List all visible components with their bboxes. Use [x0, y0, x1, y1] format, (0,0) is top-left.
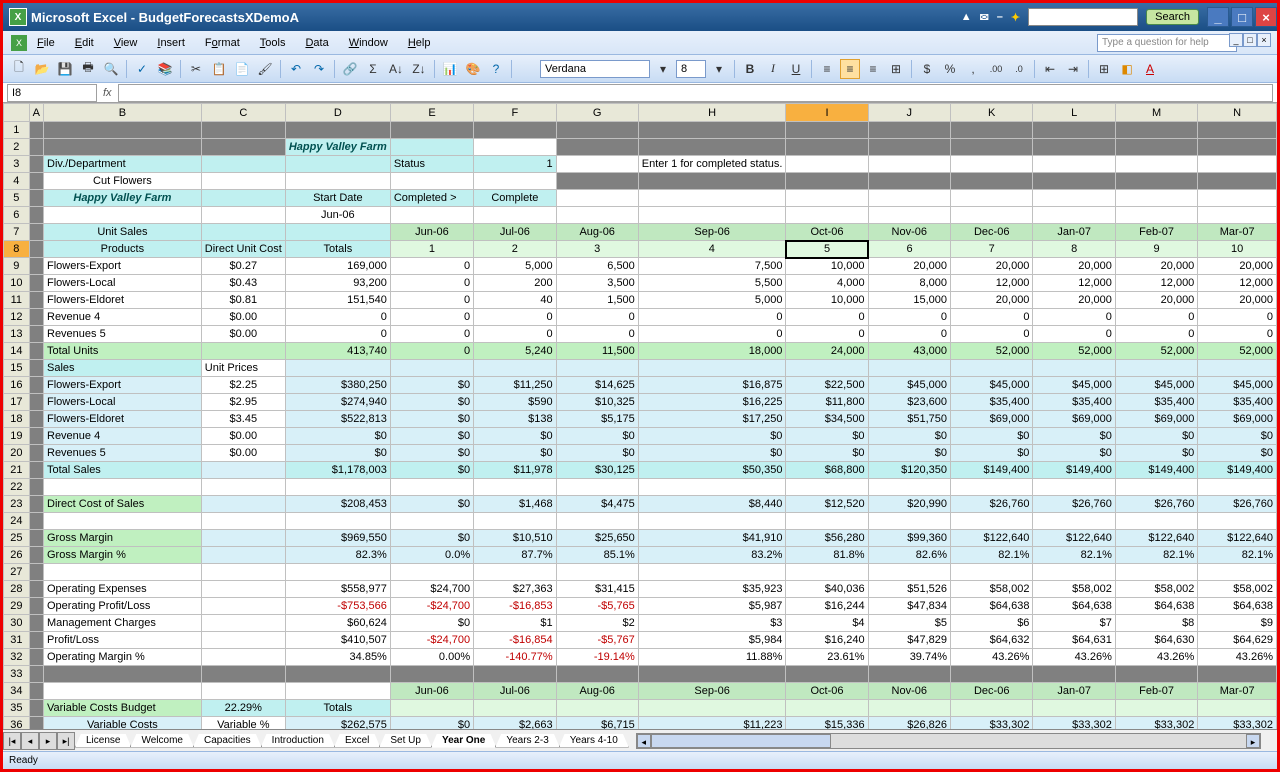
align-center-button[interactable]: ≡	[840, 59, 860, 79]
tray-mail-icon[interactable]: ✉	[980, 11, 989, 24]
redo-button[interactable]: ↷	[309, 59, 329, 79]
percent-button[interactable]: %	[940, 59, 960, 79]
menu-edit[interactable]: Edit	[67, 35, 102, 51]
copy-button[interactable]: 📋	[209, 59, 229, 79]
cut-button[interactable]: ✂	[186, 59, 206, 79]
toolbar-standard: 🗋 📂 💾 🖶 🔍 ✓ 📚 ✂ 📋 📄 🖌 ↶ ↷ 🔗 Σ A↓ Z↓ 📊 🎨 …	[3, 55, 1277, 83]
sort-asc-button[interactable]: A↓	[386, 59, 406, 79]
align-left-button[interactable]: ≡	[817, 59, 837, 79]
app-title: Microsoft Excel - BudgetForecastsXDemoA	[31, 10, 299, 25]
font-size-select[interactable]	[676, 60, 706, 78]
inc-indent-button[interactable]: ⇥	[1063, 59, 1083, 79]
currency-button[interactable]: $	[917, 59, 937, 79]
menu-tools[interactable]: Tools	[252, 35, 294, 51]
menu-file[interactable]: File	[29, 35, 63, 51]
help-search-input[interactable]: Type a question for help	[1097, 34, 1237, 52]
menu-format[interactable]: Format	[197, 35, 248, 51]
open-button[interactable]: 📂	[32, 59, 52, 79]
tray-dash: –	[997, 11, 1003, 23]
tray-icon[interactable]: ▲	[961, 11, 972, 23]
tray-user-icon[interactable]: ✦	[1011, 11, 1020, 24]
fontsize-dropdown[interactable]: ▾	[709, 59, 729, 79]
tab-license[interactable]: License	[75, 734, 131, 748]
menu-view[interactable]: View	[106, 35, 146, 51]
font-color-button[interactable]: A	[1140, 59, 1160, 79]
mdi-minimize[interactable]: _	[1229, 33, 1243, 47]
titlebar: X Microsoft Excel - BudgetForecastsXDemo…	[3, 3, 1277, 31]
menubar: X File Edit View Insert Format Tools Dat…	[3, 31, 1277, 55]
research-button[interactable]: 📚	[155, 59, 175, 79]
sheet-area[interactable]: ABCDEFGHIJKLMN12Happy Valley Farm3Div./D…	[3, 103, 1277, 729]
new-button[interactable]: 🗋	[9, 59, 29, 79]
tab-capacities[interactable]: Capacities	[193, 734, 262, 748]
tray-search-input[interactable]	[1028, 8, 1138, 26]
hscroll-left[interactable]: ◂	[637, 734, 651, 748]
chart-button[interactable]: 📊	[440, 59, 460, 79]
hscroll-right[interactable]: ▸	[1246, 734, 1260, 748]
menu-window[interactable]: Window	[341, 35, 396, 51]
tab-set-up[interactable]: Set Up	[379, 734, 432, 748]
italic-button[interactable]: I	[763, 59, 783, 79]
menu-insert[interactable]: Insert	[149, 35, 193, 51]
fill-color-button[interactable]: ◧	[1117, 59, 1137, 79]
print-button[interactable]: 🖶	[78, 59, 98, 79]
sort-desc-button[interactable]: Z↓	[409, 59, 429, 79]
tab-introduction[interactable]: Introduction	[261, 734, 335, 748]
tab-excel[interactable]: Excel	[334, 734, 380, 748]
spreadsheet-grid[interactable]: ABCDEFGHIJKLMN12Happy Valley Farm3Div./D…	[3, 103, 1277, 729]
menu-help[interactable]: Help	[400, 35, 439, 51]
paste-button[interactable]: 📄	[232, 59, 252, 79]
tab-next-button[interactable]: ▸	[39, 732, 57, 750]
horizontal-scrollbar[interactable]: ◂ ▸	[636, 733, 1261, 749]
close-button[interactable]: ×	[1255, 7, 1277, 27]
font-select[interactable]	[540, 60, 650, 78]
tray-search-button[interactable]: Search	[1146, 9, 1199, 25]
fx-icon[interactable]: fx	[97, 87, 118, 99]
formula-bar-row: I8 fx	[3, 83, 1277, 103]
undo-button[interactable]: ↶	[286, 59, 306, 79]
spell-button[interactable]: ✓	[132, 59, 152, 79]
excel-icon: X	[9, 8, 27, 26]
tab-welcome[interactable]: Welcome	[130, 734, 194, 748]
tab-years-2-3[interactable]: Years 2-3	[495, 734, 559, 748]
merge-button[interactable]: ⊞	[886, 59, 906, 79]
format-painter-button[interactable]: 🖌	[255, 59, 275, 79]
statusbar: Ready	[3, 751, 1277, 769]
app-icon[interactable]: X	[11, 35, 27, 51]
minimize-button[interactable]: _	[1207, 7, 1229, 27]
dec-indent-button[interactable]: ⇤	[1040, 59, 1060, 79]
mdi-close[interactable]: ×	[1257, 33, 1271, 47]
hscroll-thumb[interactable]	[651, 734, 831, 748]
inc-decimal-button[interactable]: .00	[986, 59, 1006, 79]
formula-bar[interactable]	[118, 84, 1273, 102]
maximize-button[interactable]: □	[1231, 7, 1253, 27]
name-box[interactable]: I8	[7, 84, 97, 102]
font-dropdown[interactable]: ▾	[653, 59, 673, 79]
autosum-button[interactable]: Σ	[363, 59, 383, 79]
save-button[interactable]: 💾	[55, 59, 75, 79]
tab-first-button[interactable]: |◂	[3, 732, 21, 750]
mdi-restore[interactable]: □	[1243, 33, 1257, 47]
tab-last-button[interactable]: ▸|	[57, 732, 75, 750]
underline-button[interactable]: U	[786, 59, 806, 79]
tray: ▲ ✉ – ✦ Search	[961, 8, 1199, 26]
help-button[interactable]: ?	[486, 59, 506, 79]
print-preview-button[interactable]: 🔍	[101, 59, 121, 79]
bold-button[interactable]: B	[740, 59, 760, 79]
status-text: Ready	[9, 755, 38, 766]
comma-button[interactable]: ,	[963, 59, 983, 79]
borders-button[interactable]: ⊞	[1094, 59, 1114, 79]
align-right-button[interactable]: ≡	[863, 59, 883, 79]
tab-years-4-10[interactable]: Years 4-10	[559, 734, 629, 748]
dec-decimal-button[interactable]: .0	[1009, 59, 1029, 79]
tab-prev-button[interactable]: ◂	[21, 732, 39, 750]
tab-year-one[interactable]: Year One	[431, 734, 496, 748]
menu-data[interactable]: Data	[297, 35, 336, 51]
tabs-row: |◂ ◂ ▸ ▸| LicenseWelcomeCapacitiesIntrod…	[3, 729, 1277, 751]
sheet-tabs: LicenseWelcomeCapacitiesIntroductionExce…	[75, 734, 628, 748]
hyperlink-button[interactable]: 🔗	[340, 59, 360, 79]
drawing-button[interactable]: 🎨	[463, 59, 483, 79]
